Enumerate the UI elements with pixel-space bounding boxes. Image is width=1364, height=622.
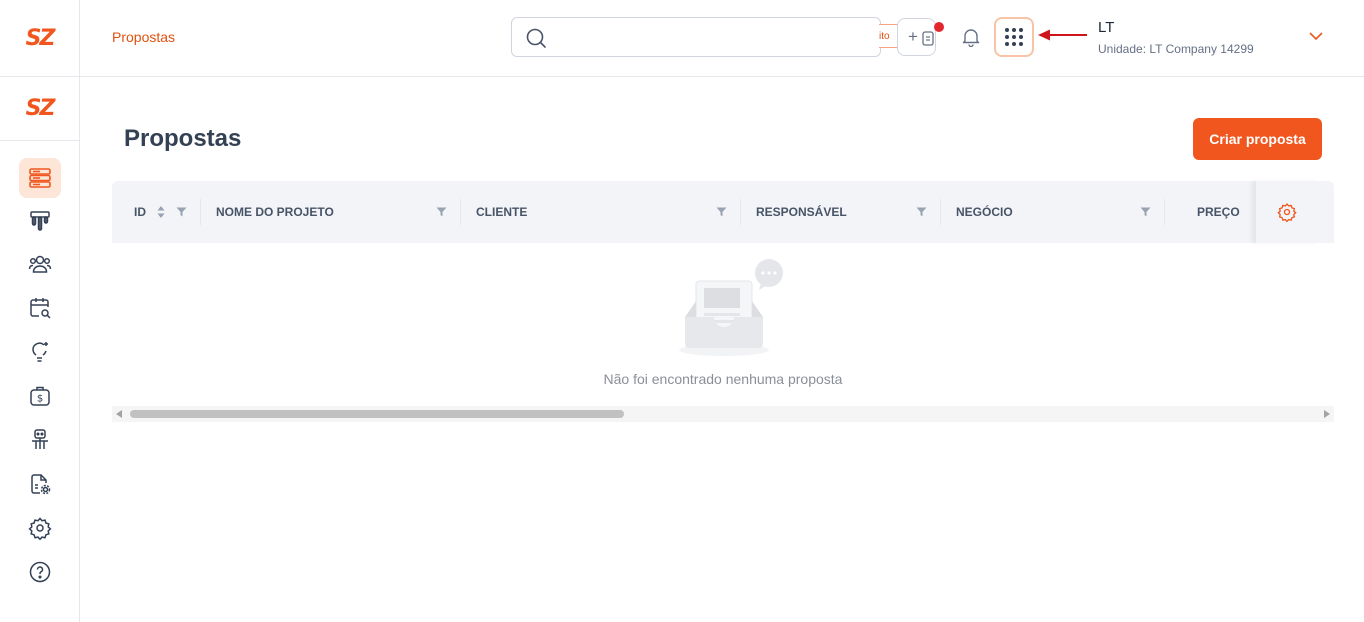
filter-icon[interactable]	[716, 207, 727, 217]
create-proposal-button[interactable]: Criar proposta	[1193, 118, 1322, 160]
chevron-down-icon[interactable]	[1308, 31, 1324, 41]
column-header-deal[interactable]: NEGÓCIO	[956, 181, 1013, 243]
proposals-table: ID NOME DO PROJETO CLIENTE RESPONSÁVEL N…	[112, 181, 1334, 422]
filter-icon[interactable]	[436, 207, 447, 217]
lightbulb-icon	[32, 342, 48, 362]
money-bag-icon: $	[30, 386, 50, 406]
empty-state: Não foi encontrado nenhuma proposta	[112, 243, 1334, 406]
filter-icon[interactable]	[1140, 207, 1151, 217]
column-header-id[interactable]: ID	[134, 181, 146, 243]
table-header: ID NOME DO PROJETO CLIENTE RESPONSÁVEL N…	[112, 181, 1334, 243]
sidebar-item-funnel[interactable]	[19, 201, 61, 241]
search-icon	[526, 28, 546, 48]
calendar-search-icon	[30, 298, 51, 319]
sidebar-item-calendar[interactable]	[19, 288, 61, 328]
column-header-price[interactable]: PREÇO	[1197, 181, 1240, 243]
sidebar-logo[interactable]: SZ	[0, 77, 79, 141]
stack-list-icon	[29, 168, 51, 188]
search-input[interactable]	[511, 17, 881, 57]
user-unit: Unidade: LT Company 14299	[1098, 42, 1254, 56]
gear-icon	[1277, 203, 1297, 222]
sort-icon[interactable]	[157, 205, 165, 219]
brand-logo: SZ	[25, 96, 56, 121]
notification-dot	[934, 22, 944, 32]
svg-text:$: $	[37, 394, 43, 405]
sidebar-item-contacts[interactable]	[19, 244, 61, 284]
gear-icon	[28, 517, 52, 540]
sidebar: SZ $	[0, 77, 80, 622]
sidebar-item-robot[interactable]	[19, 420, 61, 460]
annotation-arrow-icon	[1038, 29, 1087, 41]
users-icon	[28, 255, 52, 273]
quick-add-button[interactable]: +	[897, 18, 944, 56]
plus-icon: +	[908, 27, 918, 46]
horizontal-scrollbar[interactable]	[112, 406, 1334, 422]
column-header-project-name[interactable]: NOME DO PROJETO	[216, 181, 334, 243]
apps-grid-button[interactable]	[994, 17, 1034, 57]
sidebar-item-proposals[interactable]	[19, 158, 61, 198]
breadcrumb[interactable]: Propostas	[112, 29, 175, 45]
top-header: SZ Propostas ito + LT Unidade: LT Compan…	[0, 0, 1364, 77]
pipeline-icon	[30, 211, 50, 231]
filter-icon[interactable]	[916, 207, 927, 217]
empty-inbox-icon	[679, 259, 783, 356]
page-title: Propostas	[124, 125, 242, 152]
document-settings-icon	[31, 474, 51, 495]
brand-logo: SZ	[25, 25, 56, 51]
filter-icon[interactable]	[176, 207, 187, 217]
sidebar-item-finance[interactable]: $	[19, 376, 61, 416]
robot-icon	[32, 429, 48, 449]
column-header-responsible[interactable]: RESPONSÁVEL	[756, 181, 847, 243]
empty-state-message: Não foi encontrado nenhuma proposta	[603, 371, 843, 387]
notification-bell-icon[interactable]	[962, 27, 980, 47]
sidebar-item-settings[interactable]	[19, 508, 61, 548]
sidebar-item-documents[interactable]	[19, 464, 61, 504]
column-header-client[interactable]: CLIENTE	[476, 181, 527, 243]
header-logo[interactable]: SZ	[0, 0, 80, 76]
help-circle-icon	[29, 561, 51, 583]
scroll-left-icon[interactable]	[116, 410, 122, 418]
sidebar-item-ideas[interactable]	[19, 332, 61, 372]
column-settings-button[interactable]	[1254, 181, 1318, 243]
sidebar-item-help[interactable]	[19, 552, 61, 592]
document-icon	[922, 31, 934, 46]
scrollbar-thumb[interactable]	[130, 410, 624, 418]
scroll-right-icon[interactable]	[1324, 410, 1330, 418]
user-initials[interactable]: LT	[1098, 19, 1114, 36]
